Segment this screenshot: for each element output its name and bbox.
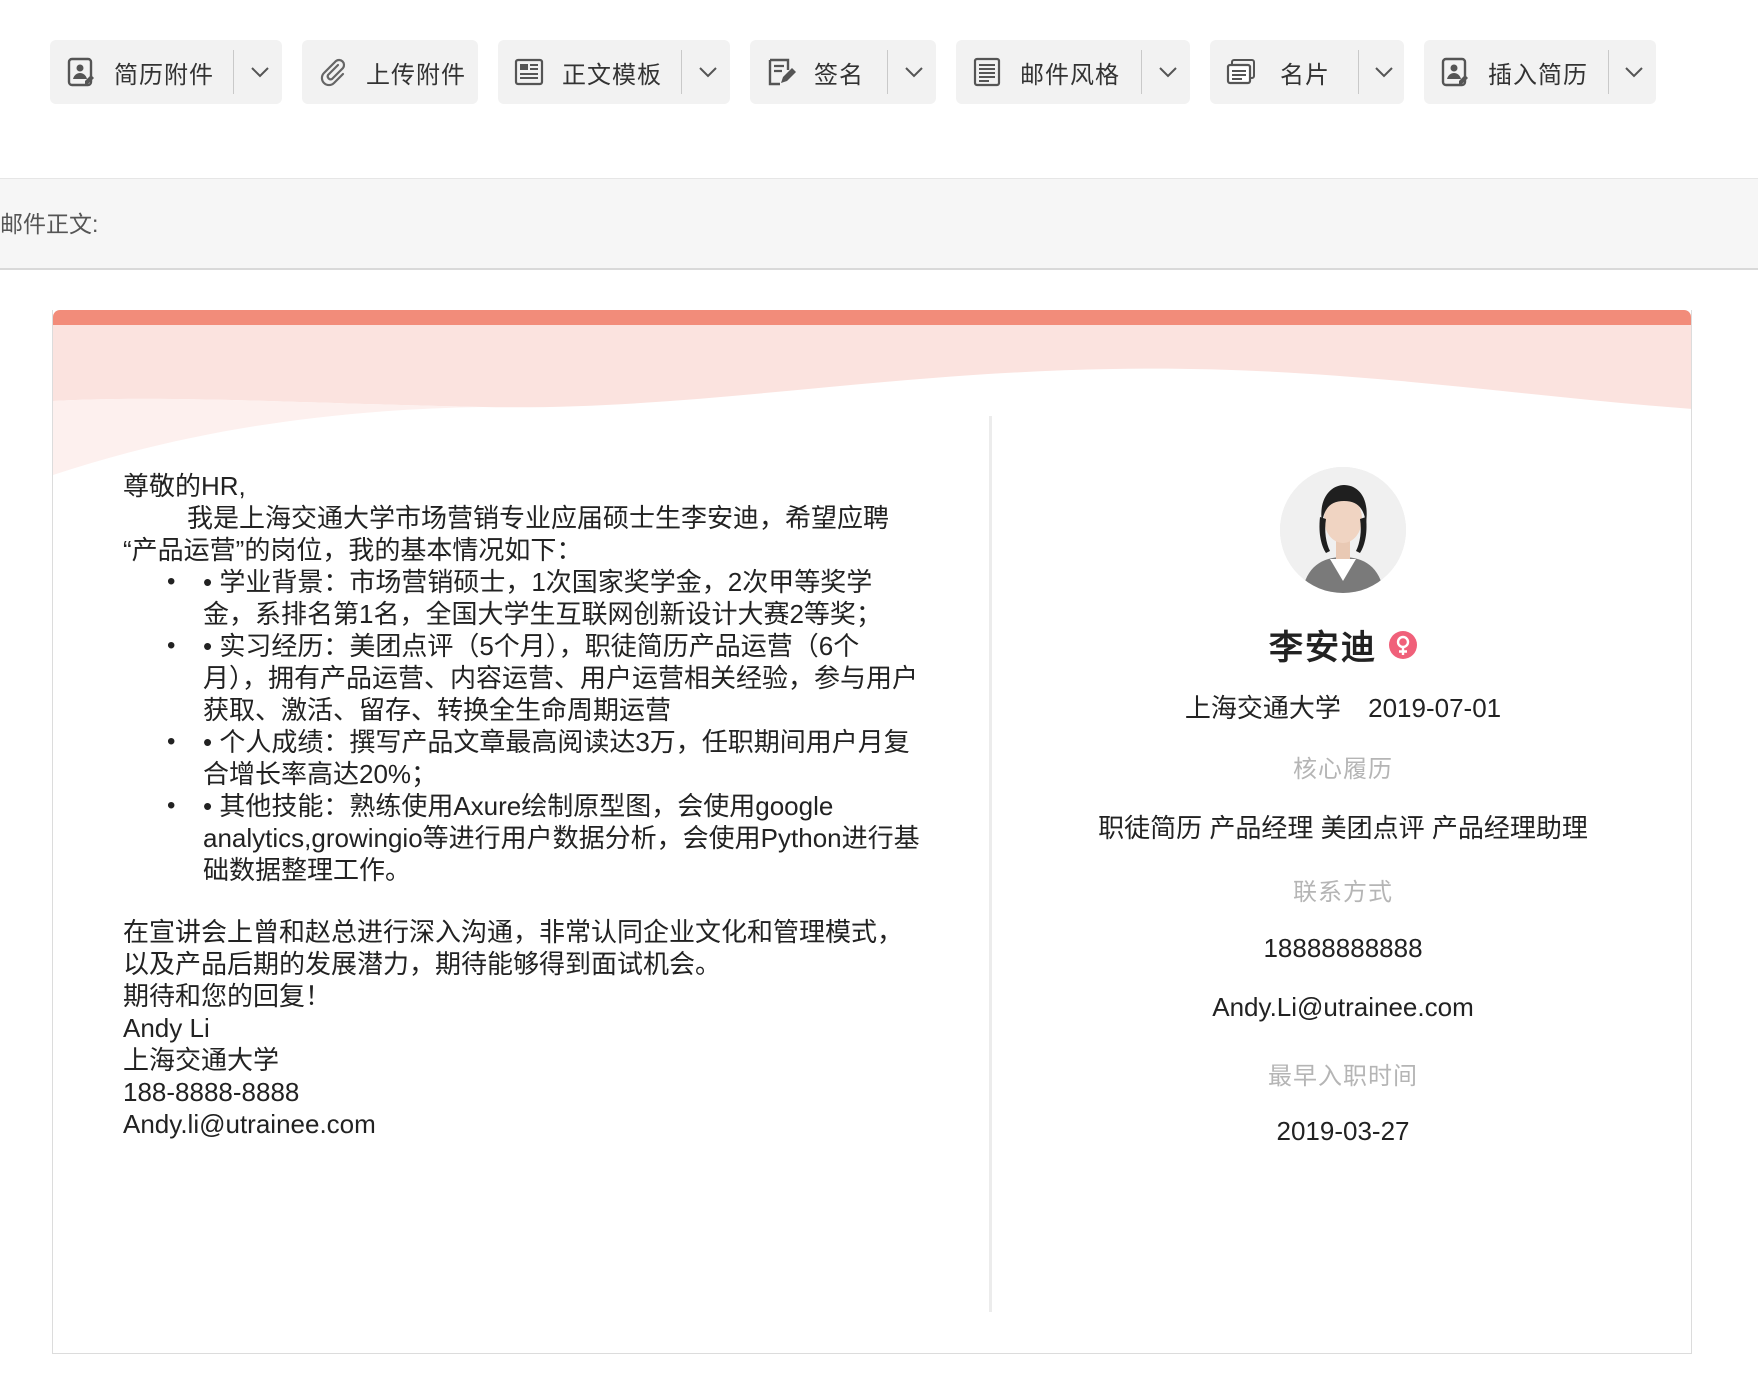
- list-item: • 学业背景：市场营销硕士，1次国家奖学金，2次甲等奖学金，系排名第1名，全国大…: [167, 566, 923, 630]
- mail-style-icon: [972, 57, 1002, 87]
- business-card-button[interactable]: 名片: [1210, 40, 1404, 104]
- cover-letter: 尊敬的HR, 我是上海交通大学市场营销专业应届硕士生李安迪，希望应聘 “产品运营…: [123, 470, 923, 1140]
- insert-resume-icon: [1440, 57, 1470, 87]
- profile-school: 上海交通大学: [1184, 693, 1341, 723]
- profile-name: 李安迪: [1269, 629, 1377, 667]
- core-experience-title: 核心履历: [1293, 756, 1393, 783]
- signature-school: 上海交通大学: [123, 1045, 280, 1075]
- resume-attachment-icon: [66, 57, 96, 87]
- profile-education: 上海交通大学 2019-07-01: [993, 688, 1691, 725]
- mail-style-dropdown[interactable]: [1148, 40, 1188, 104]
- resume-attachment-button[interactable]: 简历附件: [50, 40, 282, 104]
- chevron-down-icon: [699, 67, 717, 78]
- body-template-dropdown[interactable]: [688, 40, 728, 104]
- template-icon: [514, 57, 544, 87]
- insert-resume-dropdown[interactable]: [1614, 40, 1654, 104]
- profile-phone: 18888888888: [1263, 933, 1423, 963]
- core-experience-value: 职徒简历 产品经理 美团点评 产品经理助理: [1098, 813, 1588, 843]
- profile-graduation-date: 2019-07-01: [1368, 693, 1502, 723]
- letter-greeting: 尊敬的HR,: [123, 471, 246, 501]
- female-icon: [1389, 630, 1417, 659]
- signature-main[interactable]: 签名: [750, 40, 864, 104]
- earliest-start-date: 2019-03-27: [1276, 1116, 1410, 1146]
- column-divider: [989, 416, 992, 1312]
- insert-resume-label: 插入简历: [1488, 61, 1588, 89]
- profile-name-row: 李安迪: [993, 620, 1691, 669]
- mail-body-bar: 邮件正文:: [0, 178, 1758, 270]
- earliest-start-title: 最早入职时间: [1268, 1063, 1418, 1090]
- signature-name: Andy Li: [123, 1013, 210, 1043]
- business-card-main[interactable]: 名片: [1210, 40, 1330, 104]
- body-template-main[interactable]: 正文模板: [498, 40, 662, 104]
- list-item: • 实习经历：美团点评（5个月），职徒简历产品运营（6个月），拥有产品运营、内容…: [167, 630, 923, 726]
- mail-body-label: 邮件正文:: [0, 211, 99, 237]
- letter-closing: 在宣讲会上曾和赵总进行深入沟通，非常认同企业文化和管理模式，以及产品后期的发展潜…: [123, 917, 904, 979]
- avatar: [1280, 467, 1406, 593]
- upload-attachment-button[interactable]: 上传附件: [302, 40, 478, 104]
- letter-thanks: 期待和您的回复！: [123, 981, 332, 1011]
- profile-email: Andy.Li@utrainee.com: [1212, 992, 1474, 1022]
- toolbar-separator: [681, 50, 682, 94]
- insert-resume-main[interactable]: 插入简历: [1424, 40, 1588, 104]
- chevron-down-icon: [251, 67, 269, 78]
- contact-title: 联系方式: [1293, 879, 1393, 906]
- signature-button[interactable]: 签名: [750, 40, 936, 104]
- signature-dropdown[interactable]: [894, 40, 934, 104]
- mail-style-main[interactable]: 邮件风格: [956, 40, 1120, 104]
- toolbar-separator: [1141, 50, 1142, 94]
- email-body-card[interactable]: 尊敬的HR, 我是上海交通大学市场营销专业应届硕士生李安迪，希望应聘 “产品运营…: [52, 310, 1692, 1354]
- business-card-icon: [1226, 57, 1256, 87]
- body-template-button[interactable]: 正文模板: [498, 40, 730, 104]
- resume-attachment-main[interactable]: 简历附件: [50, 40, 214, 104]
- insert-resume-button[interactable]: 插入简历: [1424, 40, 1656, 104]
- chevron-down-icon: [1375, 67, 1393, 78]
- paperclip-icon: [318, 57, 348, 87]
- resume-attachment-dropdown[interactable]: [240, 40, 280, 104]
- mail-style-label: 邮件风格: [1020, 61, 1120, 89]
- profile-card: 李安迪 上海交通大学 2019-07-01 核心履历 职徒简历 产品经理 美团点…: [993, 310, 1691, 1353]
- avatar-photo: [1280, 467, 1406, 593]
- signature-label: 签名: [814, 61, 864, 89]
- signature-icon: [766, 57, 796, 87]
- letter-intro: 我是上海交通大学市场营销专业应届硕士生李安迪，希望应聘 “产品运营”的岗位，我的…: [123, 503, 890, 565]
- resume-attachment-label: 简历附件: [114, 61, 214, 89]
- body-template-label: 正文模板: [562, 61, 662, 89]
- toolbar-separator: [887, 50, 888, 94]
- chevron-down-icon: [1625, 67, 1643, 78]
- toolbar-separator: [1608, 50, 1609, 94]
- toolbar-separator: [233, 50, 234, 94]
- toolbar-separator: [1358, 50, 1359, 94]
- mail-style-button[interactable]: 邮件风格: [956, 40, 1190, 104]
- signature-phone: 188-8888-8888: [123, 1077, 300, 1107]
- chevron-down-icon: [1159, 67, 1177, 78]
- list-item: • 其他技能：熟练使用Axure绘制原型图，会使用google analytic…: [167, 790, 923, 886]
- upload-attachment-label: 上传附件: [366, 61, 466, 89]
- business-card-dropdown[interactable]: [1364, 40, 1404, 104]
- business-card-label: 名片: [1280, 61, 1330, 89]
- chevron-down-icon: [905, 67, 923, 78]
- letter-bullet-list: • 学业背景：市场营销硕士，1次国家奖学金，2次甲等奖学金，系排名第1名，全国大…: [167, 566, 923, 886]
- list-item: • 个人成绩：撰写产品文章最高阅读达3万，任职期间用户月复合增长率高达20%；: [167, 726, 923, 790]
- compose-toolbar: 简历附件 上传附件 正文模板 签名 邮件风格 名片 插入简历: [0, 0, 1758, 178]
- signature-email: Andy.li@utrainee.com: [123, 1109, 376, 1139]
- upload-attachment-main[interactable]: 上传附件: [302, 40, 466, 104]
